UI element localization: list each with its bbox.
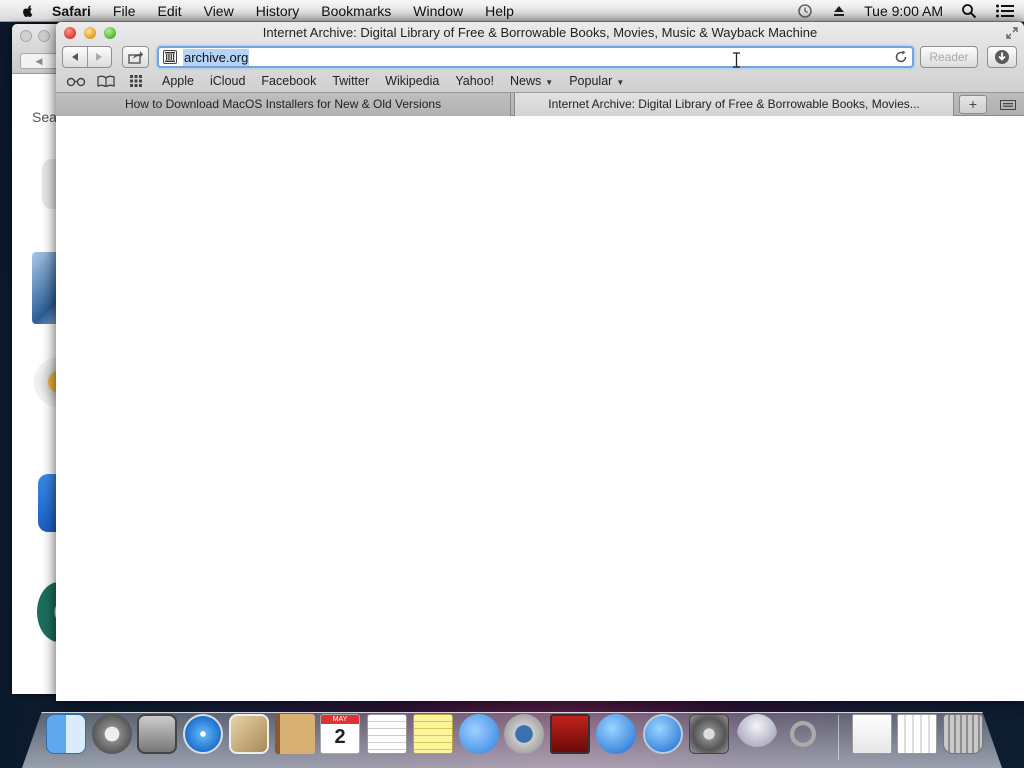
spotlight-search-icon[interactable] — [961, 3, 977, 19]
forward-arrow-icon — [96, 53, 103, 61]
finder-icon[interactable] — [46, 714, 86, 754]
certificate-document-icon[interactable] — [852, 714, 892, 754]
keychain-access-icon[interactable] — [783, 714, 823, 754]
mission-control-icon[interactable] — [137, 714, 177, 754]
safari-window: Internet Archive: Digital Library of Fre… — [56, 22, 1024, 701]
tab-list-icon — [1000, 99, 1016, 110]
tab-bar: How to Download MacOS Installers for New… — [56, 92, 1024, 116]
menu-file[interactable]: File — [113, 3, 136, 19]
background-window-text: Sea — [32, 109, 57, 125]
system-preferences-icon[interactable] — [689, 714, 729, 754]
tab-how-to-download-macos[interactable]: How to Download MacOS Installers for New… — [56, 93, 511, 116]
chevron-down-icon: ▼ — [616, 77, 625, 87]
photo-booth-icon[interactable] — [550, 714, 590, 754]
safari-icon[interactable] — [183, 714, 223, 754]
bookmark-yahoo[interactable]: Yahoo! — [455, 74, 494, 88]
bookmark-folder-news[interactable]: News ▼ — [510, 74, 553, 88]
bookmark-twitter[interactable]: Twitter — [332, 74, 369, 88]
trash-icon[interactable] — [943, 714, 983, 754]
show-bookmarks-icon[interactable] — [96, 75, 116, 87]
app-store-icon[interactable] — [643, 714, 683, 754]
address-bar[interactable]: archive.org — [157, 46, 914, 68]
download-icon — [995, 50, 1009, 64]
bookmark-folder-popular-label: Popular — [569, 73, 613, 88]
internet-archive-favicon-icon — [163, 50, 177, 64]
window-title: Internet Archive: Digital Library of Fre… — [262, 25, 818, 40]
back-arrow-icon — [71, 53, 78, 61]
back-forward-group — [62, 46, 112, 68]
menu-extras: Tue 9:00 AM — [787, 0, 1024, 22]
reload-icon[interactable] — [894, 50, 908, 64]
menu-window[interactable]: Window — [413, 3, 463, 19]
downloads-button[interactable] — [987, 46, 1017, 68]
fullscreen-icon[interactable] — [1006, 27, 1018, 39]
text-cursor-icon — [733, 52, 740, 68]
url-text[interactable]: archive.org — [183, 49, 250, 66]
menu-view[interactable]: View — [204, 3, 234, 19]
mail-icon[interactable] — [229, 714, 269, 754]
calendar-day: 2 — [334, 726, 346, 748]
new-tab-button[interactable]: + — [959, 95, 987, 114]
share-icon — [127, 51, 143, 64]
menu-bar: Safari File Edit View History Bookmarks … — [0, 0, 1024, 22]
menu-history[interactable]: History — [256, 3, 300, 19]
itunes-icon[interactable] — [596, 714, 636, 754]
calendar-month: MAY — [321, 715, 359, 724]
notes-icon[interactable] — [413, 714, 453, 754]
bookmark-apple[interactable]: Apple — [162, 74, 194, 88]
share-button[interactable] — [122, 46, 149, 68]
facetime-icon[interactable] — [504, 714, 544, 754]
dock-separator — [838, 715, 839, 760]
reminders-icon[interactable] — [367, 714, 407, 754]
menu-help[interactable]: Help — [485, 3, 514, 19]
calendar-icon[interactable]: MAY 2 — [320, 714, 360, 754]
downloads-stack-icon[interactable] — [897, 714, 937, 754]
time-machine-icon[interactable] — [796, 3, 814, 19]
tab-internet-archive[interactable]: Internet Archive: Digital Library of Fre… — [514, 93, 954, 116]
tab-overview-button[interactable] — [997, 95, 1019, 114]
bookmark-facebook[interactable]: Facebook — [261, 74, 316, 88]
bookmark-wikipedia[interactable]: Wikipedia — [385, 74, 439, 88]
eject-icon[interactable] — [832, 4, 846, 18]
contacts-icon[interactable] — [275, 714, 315, 754]
chevron-down-icon: ▼ — [545, 77, 554, 87]
apple-menu-icon[interactable] — [18, 3, 38, 19]
menu-edit[interactable]: Edit — [157, 3, 181, 19]
setup-assistant-icon[interactable] — [737, 714, 777, 754]
notification-center-icon[interactable] — [995, 3, 1015, 19]
messages-icon[interactable] — [459, 714, 499, 754]
menu-clock[interactable]: Tue 9:00 AM — [864, 3, 943, 19]
launchpad-icon[interactable] — [92, 714, 132, 754]
bookmark-icloud[interactable]: iCloud — [210, 74, 245, 88]
top-sites-grid-icon[interactable] — [126, 74, 146, 87]
menu-app-safari[interactable]: Safari — [52, 3, 91, 19]
background-back-button[interactable]: ◀ — [20, 53, 58, 69]
bookmark-folder-news-label: News — [510, 73, 542, 88]
reader-button[interactable]: Reader — [920, 46, 978, 68]
web-page-content[interactable] — [56, 116, 1024, 701]
reading-list-icon[interactable] — [66, 75, 86, 87]
bookmark-folder-popular[interactable]: Popular ▼ — [569, 74, 624, 88]
back-button[interactable] — [63, 47, 87, 67]
menu-bookmarks[interactable]: Bookmarks — [321, 3, 391, 19]
forward-button[interactable] — [88, 47, 112, 67]
bookmarks-bar: Apple iCloud Facebook Twitter Wikipedia … — [56, 70, 1024, 91]
